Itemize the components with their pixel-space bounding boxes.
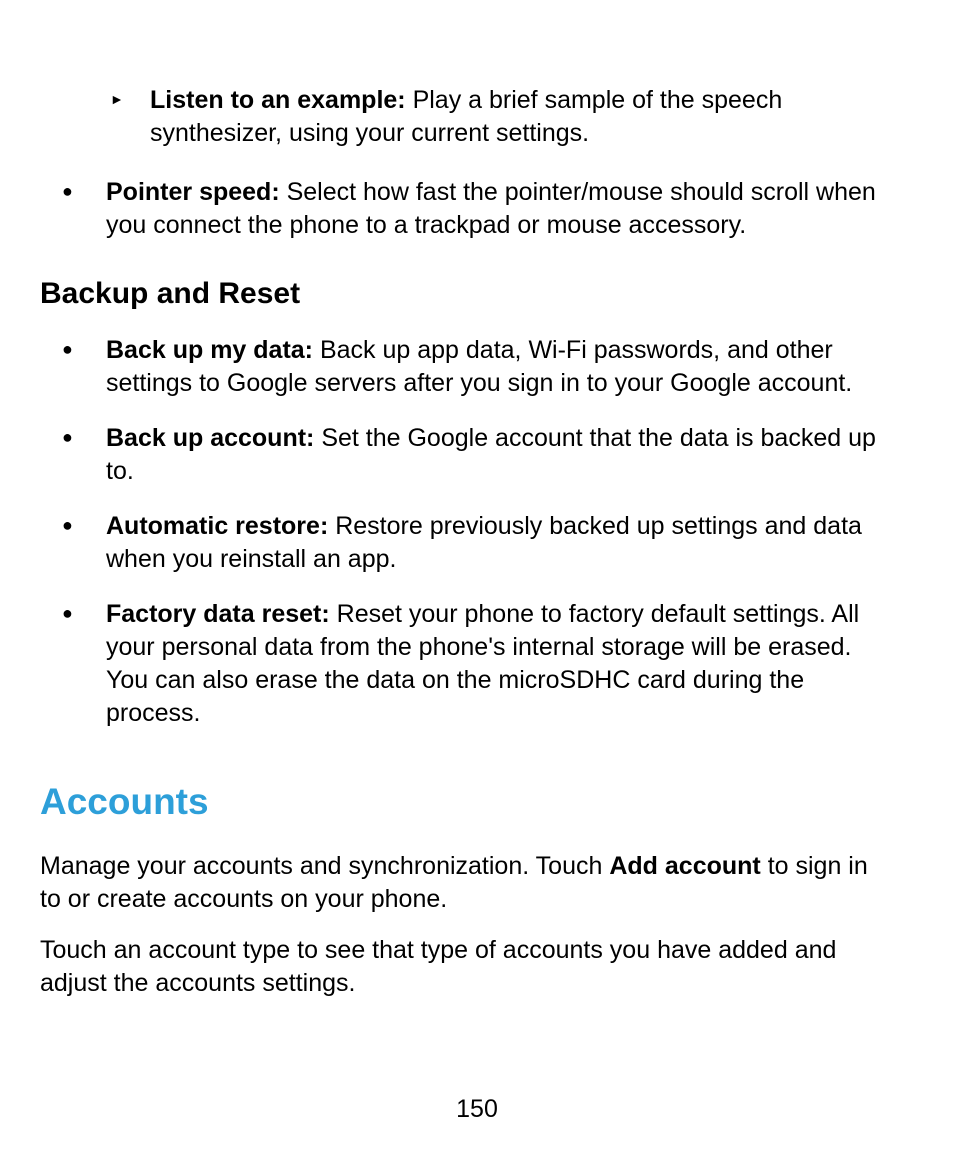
bullet-automatic-restore: ● Automatic restore: Restore previously … <box>40 510 892 576</box>
accounts-paragraph-2: Touch an account type to see that type o… <box>40 934 892 1000</box>
accounts-paragraph-1: Manage your accounts and synchronization… <box>40 850 892 916</box>
bullet-marker: ● <box>62 176 106 242</box>
heading-accounts: Accounts <box>40 778 892 827</box>
para1-pre: Manage your accounts and synchronization… <box>40 852 609 880</box>
bullet-label: Automatic restore: <box>106 512 328 540</box>
bullet-text: Back up account: Set the Google account … <box>106 422 892 488</box>
bullet-label: Factory data reset: <box>106 600 330 628</box>
page-number: 150 <box>0 1095 954 1124</box>
sub-bullet-text: Listen to an example: Play a brief sampl… <box>150 84 892 150</box>
bullet-backup-data: ● Back up my data: Back up app data, Wi-… <box>40 334 892 400</box>
bullet-backup-account: ● Back up account: Set the Google accoun… <box>40 422 892 488</box>
bullet-marker: ● <box>62 422 106 488</box>
document-page: ► Listen to an example: Play a brief sam… <box>0 0 954 1168</box>
bullet-marker: ● <box>62 598 106 730</box>
bullet-text: Factory data reset: Reset your phone to … <box>106 598 892 730</box>
bullet-marker: ● <box>62 334 106 400</box>
sub-bullet-marker: ► <box>110 84 150 150</box>
bullet-marker: ● <box>62 510 106 576</box>
sub-bullet-label: Listen to an example: <box>150 86 406 114</box>
bullet-text: Back up my data: Back up app data, Wi-Fi… <box>106 334 892 400</box>
page-content: ► Listen to an example: Play a brief sam… <box>40 84 892 1000</box>
bullet-label: Pointer speed: <box>106 178 280 206</box>
heading-backup-reset: Backup and Reset <box>40 274 892 314</box>
para1-bold: Add account <box>609 852 760 880</box>
sub-bullet-listen-example: ► Listen to an example: Play a brief sam… <box>40 84 892 150</box>
bullet-label: Back up account: <box>106 424 314 452</box>
bullet-text: Automatic restore: Restore previously ba… <box>106 510 892 576</box>
bullet-text: Pointer speed: Select how fast the point… <box>106 176 892 242</box>
bullet-label: Back up my data: <box>106 336 313 364</box>
bullet-pointer-speed: ● Pointer speed: Select how fast the poi… <box>40 176 892 242</box>
bullet-factory-reset: ● Factory data reset: Reset your phone t… <box>40 598 892 730</box>
